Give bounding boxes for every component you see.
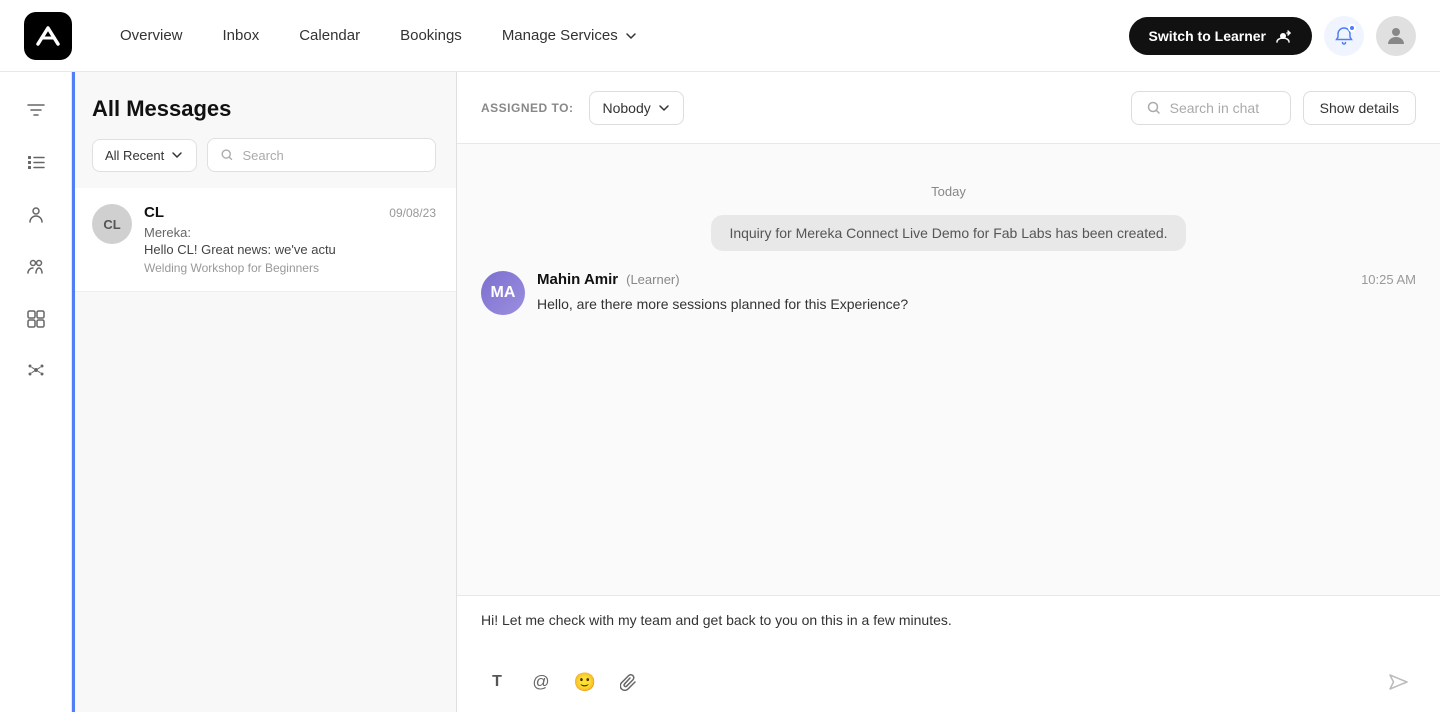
chat-sender-role: (Learner) xyxy=(626,272,679,287)
chat-header: ASSIGNED TO: Nobody Search in chat Show … xyxy=(457,72,1440,144)
chat-messages: Today Inquiry for Mereka Connect Live De… xyxy=(457,144,1440,595)
active-border xyxy=(72,72,75,712)
system-message: Inquiry for Mereka Connect Live Demo for… xyxy=(711,215,1185,251)
user-avatar[interactable] xyxy=(1376,16,1416,56)
message-from: Mereka: xyxy=(144,225,436,240)
chat-message-text: Hello, are there more sessions planned f… xyxy=(537,294,1416,315)
search-wrap xyxy=(207,138,436,172)
nav-manage-services[interactable]: Manage Services xyxy=(486,19,654,52)
system-message-wrap: Inquiry for Mereka Connect Live Demo for… xyxy=(481,215,1416,251)
nav-bookings[interactable]: Bookings xyxy=(384,19,478,52)
show-details-button[interactable]: Show details xyxy=(1303,91,1416,125)
chat-sender-avatar: MA xyxy=(481,271,525,315)
nav-links: Overview Inbox Calendar Bookings Manage … xyxy=(104,19,1129,52)
panel-header: All Messages All Recent xyxy=(72,72,456,188)
emoji-button[interactable]: 🙂 xyxy=(569,666,601,698)
date-separator: Today xyxy=(481,184,1416,199)
panel-title: All Messages xyxy=(92,96,436,122)
sidebar-queue-icon[interactable] xyxy=(14,296,58,340)
sidebar-person-icon[interactable] xyxy=(14,192,58,236)
message-sender: CL xyxy=(144,204,164,221)
notifications-button[interactable] xyxy=(1324,16,1364,56)
chat-sender-name: Mahin Amir xyxy=(537,271,618,288)
chat-message: MA Mahin Amir (Learner) 10:25 AM Hello, … xyxy=(481,271,1416,315)
sidebar-molecule-icon[interactable] xyxy=(14,348,58,392)
top-navigation: Overview Inbox Calendar Bookings Manage … xyxy=(0,0,1440,72)
assigned-label: ASSIGNED TO: xyxy=(481,101,573,115)
nav-inbox[interactable]: Inbox xyxy=(207,19,276,52)
logo[interactable] xyxy=(24,12,72,60)
chat-area: ASSIGNED TO: Nobody Search in chat Show … xyxy=(457,72,1440,712)
message-date: 09/08/23 xyxy=(389,206,436,220)
sidebar-group-icon[interactable] xyxy=(14,244,58,288)
message-preview: Hello CL! Great news: we've actu xyxy=(144,242,384,257)
nav-right: Switch to Learner xyxy=(1129,16,1416,56)
filter-row: All Recent xyxy=(92,138,436,172)
main-layout: All Messages All Recent CL CL 09 xyxy=(0,72,1440,712)
message-subject: Welding Workshop for Beginners xyxy=(144,261,436,275)
switch-to-learner-button[interactable]: Switch to Learner xyxy=(1129,17,1312,55)
chat-input[interactable]: Hi! Let me check with my team and get ba… xyxy=(481,612,1416,652)
search-chat-placeholder: Search in chat xyxy=(1170,100,1260,116)
nav-calendar[interactable]: Calendar xyxy=(283,19,376,52)
search-chat[interactable]: Search in chat xyxy=(1131,91,1291,125)
send-button[interactable] xyxy=(1380,664,1416,700)
chat-message-time: 10:25 AM xyxy=(1361,272,1416,287)
assigned-dropdown[interactable]: Nobody xyxy=(589,91,683,125)
chat-input-toolbar: T @ 🙂 xyxy=(481,664,1416,700)
sidebar-list-icon[interactable] xyxy=(14,140,58,184)
search-chat-icon xyxy=(1146,100,1162,116)
attachment-button[interactable] xyxy=(613,666,645,698)
nav-overview[interactable]: Overview xyxy=(104,19,199,52)
sidebar xyxy=(0,72,72,712)
bold-text-button[interactable]: T xyxy=(481,666,513,698)
message-avatar: CL xyxy=(92,204,132,244)
message-list-panel: All Messages All Recent CL CL 09 xyxy=(72,72,457,712)
message-item[interactable]: CL CL 09/08/23 Mereka: Hello CL! Great n… xyxy=(72,188,456,292)
search-icon xyxy=(220,147,234,163)
filter-dropdown[interactable]: All Recent xyxy=(92,139,197,172)
sidebar-filters-icon[interactable] xyxy=(14,88,58,132)
search-input[interactable] xyxy=(243,148,424,163)
mention-button[interactable]: @ xyxy=(525,666,557,698)
notification-dot xyxy=(1348,24,1356,32)
chat-input-area: Hi! Let me check with my team and get ba… xyxy=(457,595,1440,712)
